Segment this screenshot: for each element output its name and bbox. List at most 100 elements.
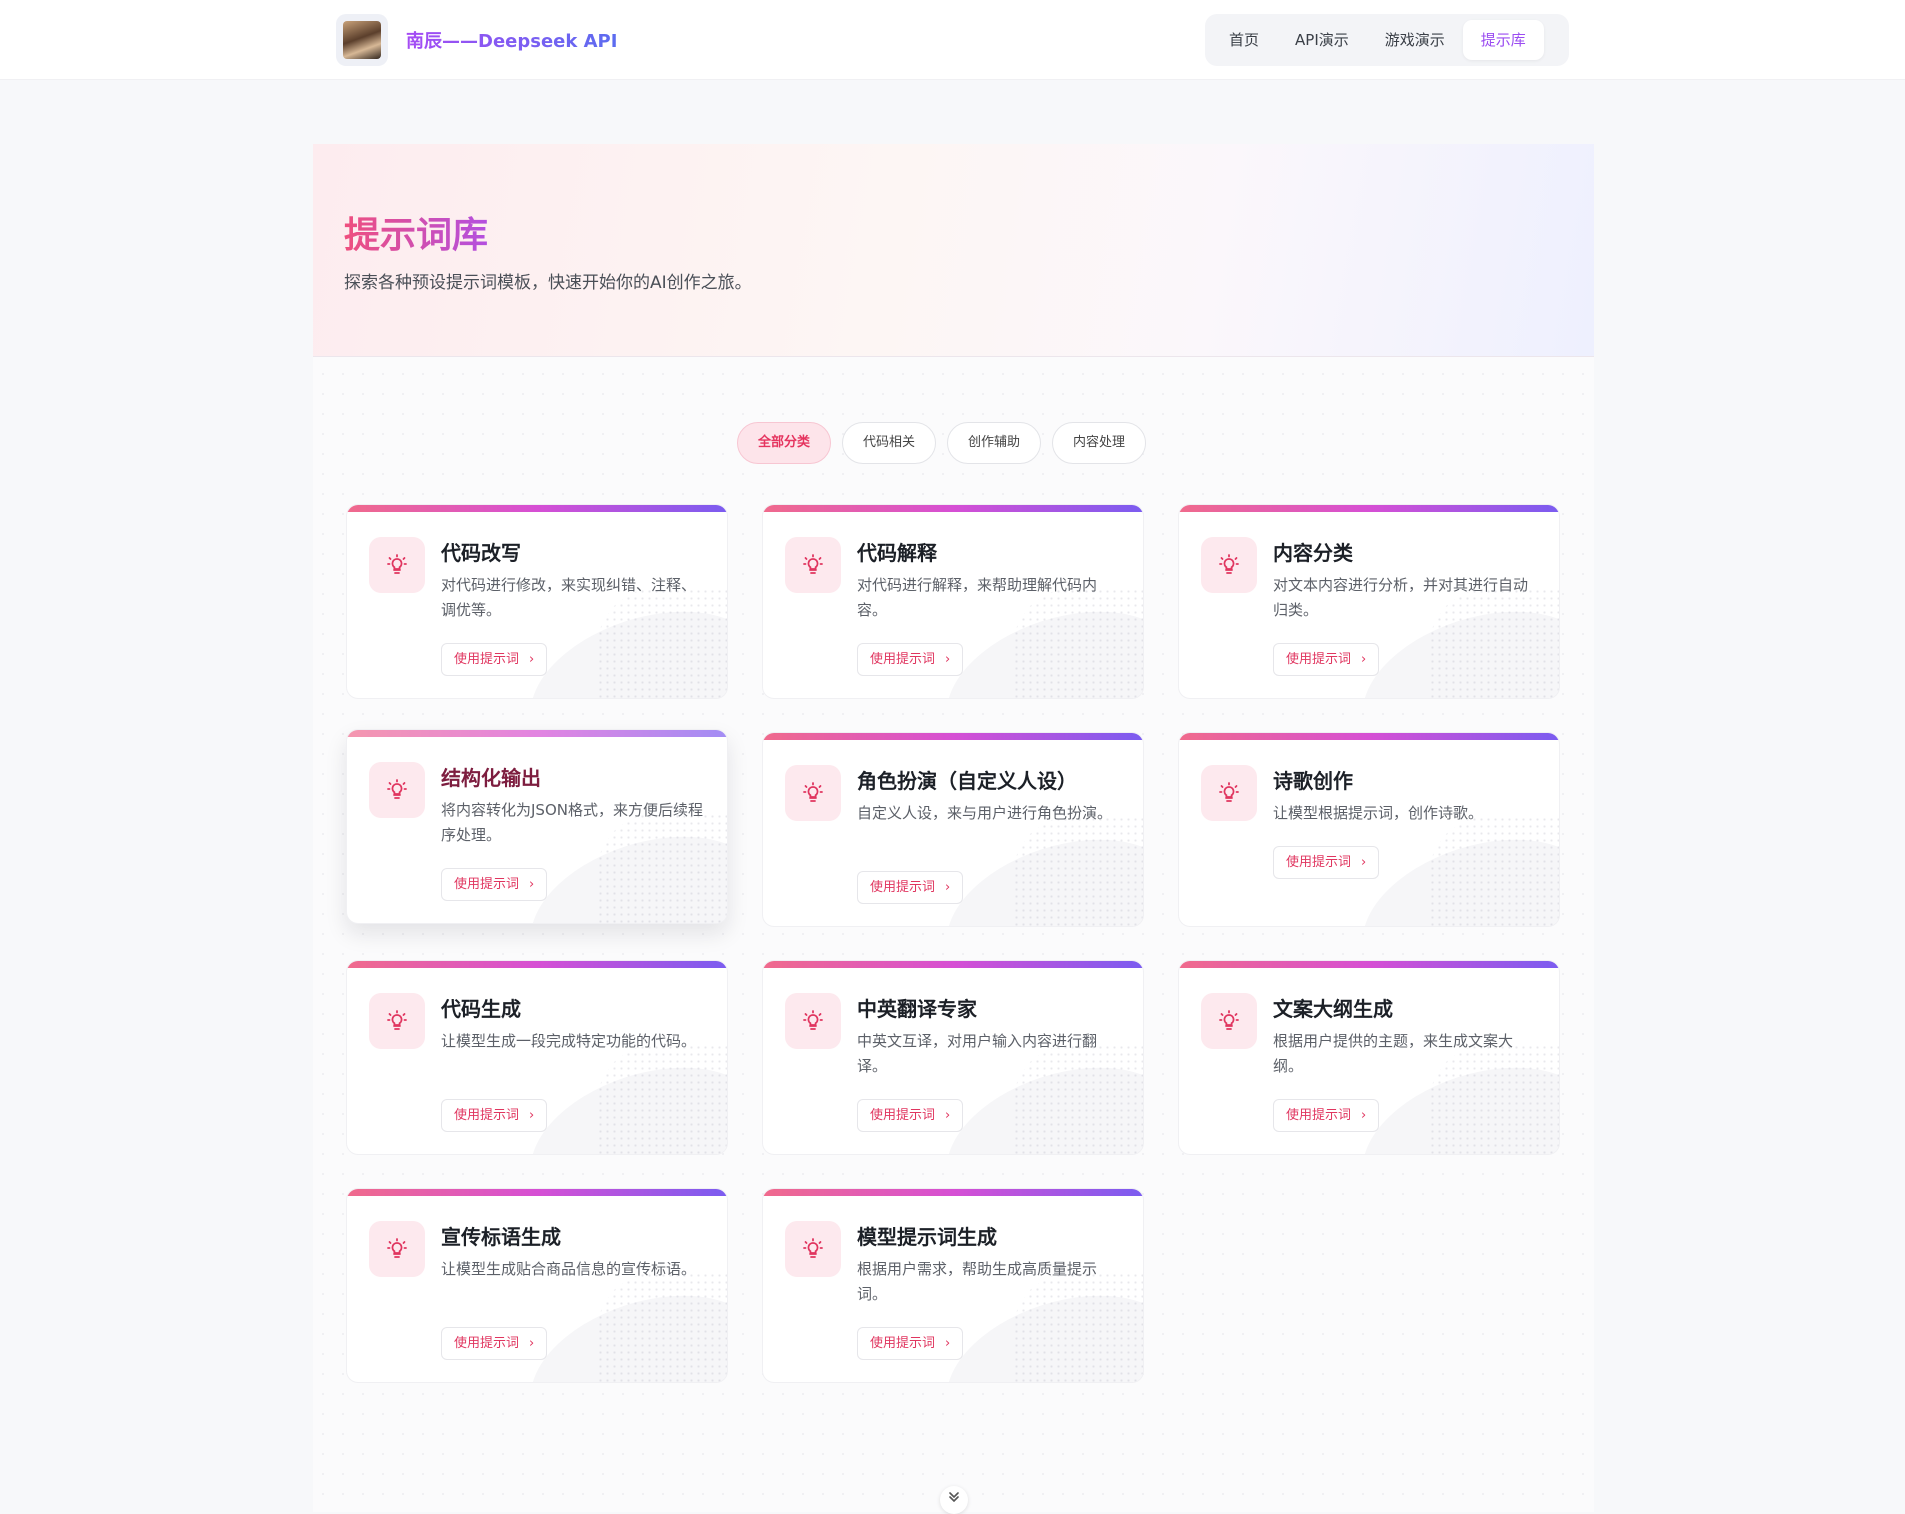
- card-title: 模型提示词生成: [857, 1225, 997, 1249]
- main-nav: 首页 API演示 游戏演示 提示库: [1205, 14, 1569, 66]
- lightbulb-icon: [369, 993, 425, 1049]
- use-prompt-button[interactable]: 使用提示词 ›: [857, 1327, 964, 1360]
- use-prompt-label: 使用提示词: [454, 877, 520, 892]
- chevron-right-icon: ›: [529, 1108, 535, 1123]
- scroll-down-button[interactable]: [940, 1486, 968, 1514]
- chevron-right-icon: ›: [945, 880, 951, 895]
- card-dot-pattern: [1013, 816, 1143, 926]
- chevron-right-icon: ›: [1361, 1108, 1367, 1123]
- use-prompt-label: 使用提示词: [870, 880, 936, 895]
- card-title: 内容分类: [1273, 541, 1353, 565]
- card-title: 代码改写: [441, 541, 521, 565]
- card-title: 宣传标语生成: [441, 1225, 561, 1249]
- prompt-card[interactable]: 代码生成 让模型生成一段完成特定功能的代码。 使用提示词 ›: [346, 960, 728, 1155]
- lightbulb-icon: [785, 993, 841, 1049]
- lightbulb-icon: [369, 537, 425, 593]
- nav-item-prompt-library[interactable]: 提示库: [1462, 20, 1544, 60]
- card-description: 让模型生成贴合商品信息的宣传标语。: [441, 1260, 697, 1278]
- prompt-card[interactable]: 宣传标语生成 让模型生成贴合商品信息的宣传标语。 使用提示词 ›: [346, 1188, 728, 1383]
- category-filters: 全部分类 代码相关 创作辅助 内容处理: [737, 422, 1147, 464]
- use-prompt-label: 使用提示词: [870, 1108, 936, 1123]
- lightbulb-icon: [785, 537, 841, 593]
- card-dot-pattern: [1429, 816, 1559, 926]
- chevron-right-icon: ›: [945, 1108, 951, 1123]
- prompt-card[interactable]: 诗歌创作 让模型根据提示词，创作诗歌。 使用提示词 ›: [1178, 732, 1560, 927]
- card-title: 中英翻译专家: [857, 997, 977, 1021]
- card-title: 代码生成: [441, 997, 521, 1021]
- use-prompt-button[interactable]: 使用提示词 ›: [857, 1099, 964, 1132]
- use-prompt-button[interactable]: 使用提示词 ›: [1273, 643, 1380, 676]
- lightbulb-icon: [369, 1221, 425, 1277]
- use-prompt-button[interactable]: 使用提示词 ›: [1273, 1099, 1380, 1132]
- chevron-right-icon: ›: [529, 877, 535, 892]
- use-prompt-button[interactable]: 使用提示词 ›: [857, 871, 964, 904]
- card-description: 让模型生成一段完成特定功能的代码。: [441, 1032, 697, 1050]
- chevron-right-icon: ›: [1361, 855, 1367, 870]
- prompt-card[interactable]: 中英翻译专家 中英文互译，对用户输入内容进行翻译。 使用提示词 ›: [762, 960, 1144, 1155]
- chevron-right-icon: ›: [945, 652, 951, 667]
- chevron-right-icon: ›: [945, 1336, 951, 1351]
- use-prompt-button[interactable]: 使用提示词 ›: [1273, 846, 1380, 879]
- prompt-card[interactable]: 文案大纲生成 根据用户提供的主题，来生成文案大纲。 使用提示词 ›: [1178, 960, 1560, 1155]
- card-dot-pattern: [597, 1272, 727, 1382]
- brand-name[interactable]: 南辰——Deepseek API: [406, 27, 617, 53]
- nav-item-home[interactable]: 首页: [1211, 20, 1277, 60]
- use-prompt-button[interactable]: 使用提示词 ›: [857, 643, 964, 676]
- card-title: 代码解释: [857, 541, 937, 565]
- prompt-card[interactable]: 代码解释 对代码进行解释，来帮助理解代码内容。 使用提示词 ›: [762, 504, 1144, 699]
- prompt-card[interactable]: 结构化输出 将内容转化为JSON格式，来方便后续程序处理。 使用提示词 ›: [346, 729, 728, 924]
- card-description: 将内容转化为JSON格式，来方便后续程序处理。: [441, 801, 703, 844]
- card-description: 根据用户提供的主题，来生成文案大纲。: [1273, 1032, 1514, 1075]
- prompt-card[interactable]: 角色扮演（自定义人设） 自定义人设，来与用户进行角色扮演。 使用提示词 ›: [762, 732, 1144, 927]
- use-prompt-label: 使用提示词: [454, 1336, 520, 1351]
- nav-item-game-demo[interactable]: 游戏演示: [1367, 20, 1463, 60]
- use-prompt-button[interactable]: 使用提示词 ›: [441, 868, 548, 901]
- card-description: 对文本内容进行分析，并对其进行自动归类。: [1273, 576, 1529, 619]
- lightbulb-icon: [1201, 537, 1257, 593]
- lightbulb-icon: [1201, 765, 1257, 821]
- use-prompt-button[interactable]: 使用提示词 ›: [441, 643, 548, 676]
- use-prompt-button[interactable]: 使用提示词 ›: [441, 1327, 548, 1360]
- chevron-down-icon: [949, 1492, 959, 1502]
- chevron-right-icon: ›: [1361, 652, 1367, 667]
- card-description: 对代码进行解释，来帮助理解代码内容。: [857, 576, 1098, 619]
- card-title: 诗歌创作: [1273, 769, 1353, 793]
- lightbulb-icon: [785, 765, 841, 821]
- card-dot-pattern: [597, 1044, 727, 1154]
- card-title: 文案大纲生成: [1273, 997, 1393, 1021]
- use-prompt-label: 使用提示词: [870, 652, 936, 667]
- lightbulb-icon: [369, 762, 425, 818]
- chevron-right-icon: ›: [529, 1336, 535, 1351]
- use-prompt-label: 使用提示词: [454, 1108, 520, 1123]
- prompt-library-panel: 提示词库 探索各种预设提示词模板，快速开始你的AI创作之旅。 全部分类 代码相关…: [313, 144, 1594, 1512]
- card-description: 对代码进行修改，来实现纠错、注释、调优等。: [441, 576, 697, 619]
- filter-all[interactable]: 全部分类: [737, 422, 832, 464]
- card-title: 角色扮演（自定义人设）: [857, 769, 1077, 793]
- top-navigation-bar: 南辰——Deepseek API 首页 API演示 游戏演示 提示库: [0, 0, 1905, 80]
- use-prompt-label: 使用提示词: [1286, 855, 1352, 870]
- card-description: 根据用户需求，帮助生成高质量提示词。: [857, 1260, 1098, 1303]
- prompt-card[interactable]: 内容分类 对文本内容进行分析，并对其进行自动归类。 使用提示词 ›: [1178, 504, 1560, 699]
- use-prompt-label: 使用提示词: [870, 1336, 936, 1351]
- use-prompt-label: 使用提示词: [1286, 652, 1352, 667]
- filter-content[interactable]: 内容处理: [1052, 422, 1147, 464]
- use-prompt-button[interactable]: 使用提示词 ›: [441, 1099, 548, 1132]
- page-title: 提示词库: [344, 206, 488, 258]
- avatar-image: [343, 21, 381, 59]
- card-title: 结构化输出: [441, 766, 541, 790]
- prompt-card[interactable]: 模型提示词生成 根据用户需求，帮助生成高质量提示词。 使用提示词 ›: [762, 1188, 1144, 1383]
- hero-banner: 提示词库 探索各种预设提示词模板，快速开始你的AI创作之旅。: [313, 144, 1594, 357]
- prompt-card[interactable]: 代码改写 对代码进行修改，来实现纠错、注释、调优等。 使用提示词 ›: [346, 504, 728, 699]
- filter-code[interactable]: 代码相关: [842, 422, 937, 464]
- card-description: 自定义人设，来与用户进行角色扮演。: [857, 804, 1113, 822]
- nav-item-api-demo[interactable]: API演示: [1277, 20, 1367, 60]
- lightbulb-icon: [1201, 993, 1257, 1049]
- card-description: 让模型根据提示词，创作诗歌。: [1273, 804, 1484, 822]
- lightbulb-icon: [785, 1221, 841, 1277]
- brand[interactable]: 南辰——Deepseek API: [336, 14, 617, 66]
- chevron-right-icon: ›: [529, 652, 535, 667]
- card-description: 中英文互译，对用户输入内容进行翻译。: [857, 1032, 1098, 1075]
- avatar[interactable]: [336, 14, 388, 66]
- page-subtitle: 探索各种预设提示词模板，快速开始你的AI创作之旅。: [344, 273, 752, 293]
- filter-creative[interactable]: 创作辅助: [947, 422, 1042, 464]
